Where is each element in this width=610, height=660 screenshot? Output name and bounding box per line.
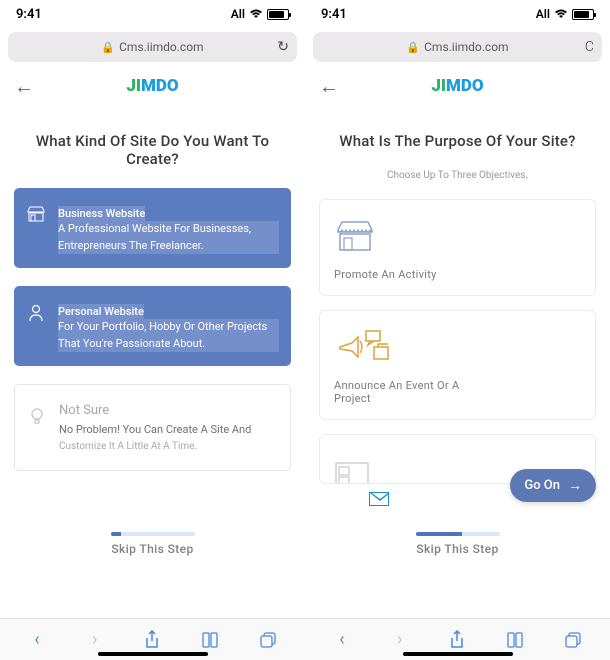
url-text: Cms.iimdo.com xyxy=(119,40,203,54)
storefront-icon xyxy=(334,216,581,254)
bookmarks-icon[interactable] xyxy=(501,632,529,648)
skip-link[interactable]: Skip This Step xyxy=(111,542,193,556)
card-desc: A Professional Website For Businesses, E… xyxy=(58,221,279,254)
url-text: Cms.iimdo.com xyxy=(424,40,508,54)
status-carrier: All xyxy=(231,7,245,21)
battery-icon xyxy=(267,9,289,20)
go-on-label: Go On xyxy=(524,478,560,493)
option-card-business[interactable]: Business Website A Professional Website … xyxy=(14,188,291,268)
tile-promote[interactable]: Promote An Activity xyxy=(319,199,596,296)
bookmarks-icon[interactable] xyxy=(196,632,224,648)
url-bar[interactable]: 🔒 Cms.iimdo.com ↻ xyxy=(8,32,297,62)
card-title: Not Sure xyxy=(59,403,278,418)
status-carrier: All xyxy=(536,7,550,21)
tabs-icon[interactable] xyxy=(559,631,587,649)
nav-forward-icon: › xyxy=(81,629,109,650)
card-desc: For Your Portfolio, Hobby Or Other Proje… xyxy=(58,319,279,352)
home-indicator xyxy=(403,652,513,656)
envelope-icon xyxy=(369,492,389,506)
lock-icon: 🔒 xyxy=(101,41,115,54)
bulb-icon xyxy=(27,407,47,427)
home-indicator xyxy=(98,652,208,656)
refresh-icon[interactable]: C xyxy=(585,39,594,55)
app-bar: ← JIMDO xyxy=(305,66,610,106)
battery-icon xyxy=(572,9,594,20)
page-title: What Kind Of Site Do You Want To Create? xyxy=(14,132,291,168)
card-title: Personal Website xyxy=(58,304,144,319)
tile-announce[interactable]: Announce An Event Or A Project xyxy=(319,310,596,420)
wifi-icon xyxy=(554,9,568,19)
option-card-notsure[interactable]: Not Sure No Problem! You Can Create A Si… xyxy=(14,384,291,471)
status-time: 9:41 xyxy=(16,7,42,22)
logo: JIMDO xyxy=(431,76,483,96)
url-bar[interactable]: 🔒 Cms.iimdo.com C xyxy=(313,32,602,62)
status-time: 9:41 xyxy=(321,7,347,22)
back-arrow-icon[interactable]: ← xyxy=(14,74,34,99)
person-icon xyxy=(26,304,46,322)
share-icon[interactable] xyxy=(138,630,166,650)
progress-bar xyxy=(111,532,195,536)
skip-link[interactable]: Skip This Step xyxy=(416,542,498,556)
arrow-right-icon: → xyxy=(568,477,582,494)
app-bar: ← JIMDO xyxy=(0,66,305,106)
store-icon xyxy=(26,206,46,222)
page-subtitle: Choose Up To Three Objectives. xyxy=(319,170,596,181)
nav-back-icon[interactable]: ‹ xyxy=(23,629,51,650)
card-title: Business Website xyxy=(58,206,145,221)
logo: JIMDO xyxy=(126,76,178,96)
card-desc2: Customize It A Little At A Time. xyxy=(59,441,278,452)
status-bar: 9:41 All xyxy=(0,0,305,28)
page-title: What Is The Purpose Of Your Site? xyxy=(319,132,596,150)
tile-label: Announce An Event Or A Project xyxy=(334,379,464,405)
progress-bar xyxy=(416,532,500,536)
tile-label: Promote An Activity xyxy=(334,268,581,281)
nav-back-icon[interactable]: ‹ xyxy=(328,629,356,650)
go-on-button[interactable]: Go On → xyxy=(510,469,596,502)
share-icon[interactable] xyxy=(443,630,471,650)
card-desc: No Problem! You Can Create A Site And xyxy=(59,422,278,439)
tabs-icon[interactable] xyxy=(254,631,282,649)
refresh-icon[interactable]: ↻ xyxy=(277,39,289,55)
status-bar: 9:41 All xyxy=(305,0,610,28)
lock-icon: 🔒 xyxy=(406,41,420,54)
nav-forward-icon: › xyxy=(386,629,414,650)
megaphone-icon xyxy=(334,327,581,365)
wifi-icon xyxy=(249,9,263,19)
option-card-personal[interactable]: Personal Website For Your Portfolio, Hob… xyxy=(14,286,291,366)
back-arrow-icon[interactable]: ← xyxy=(319,74,339,99)
